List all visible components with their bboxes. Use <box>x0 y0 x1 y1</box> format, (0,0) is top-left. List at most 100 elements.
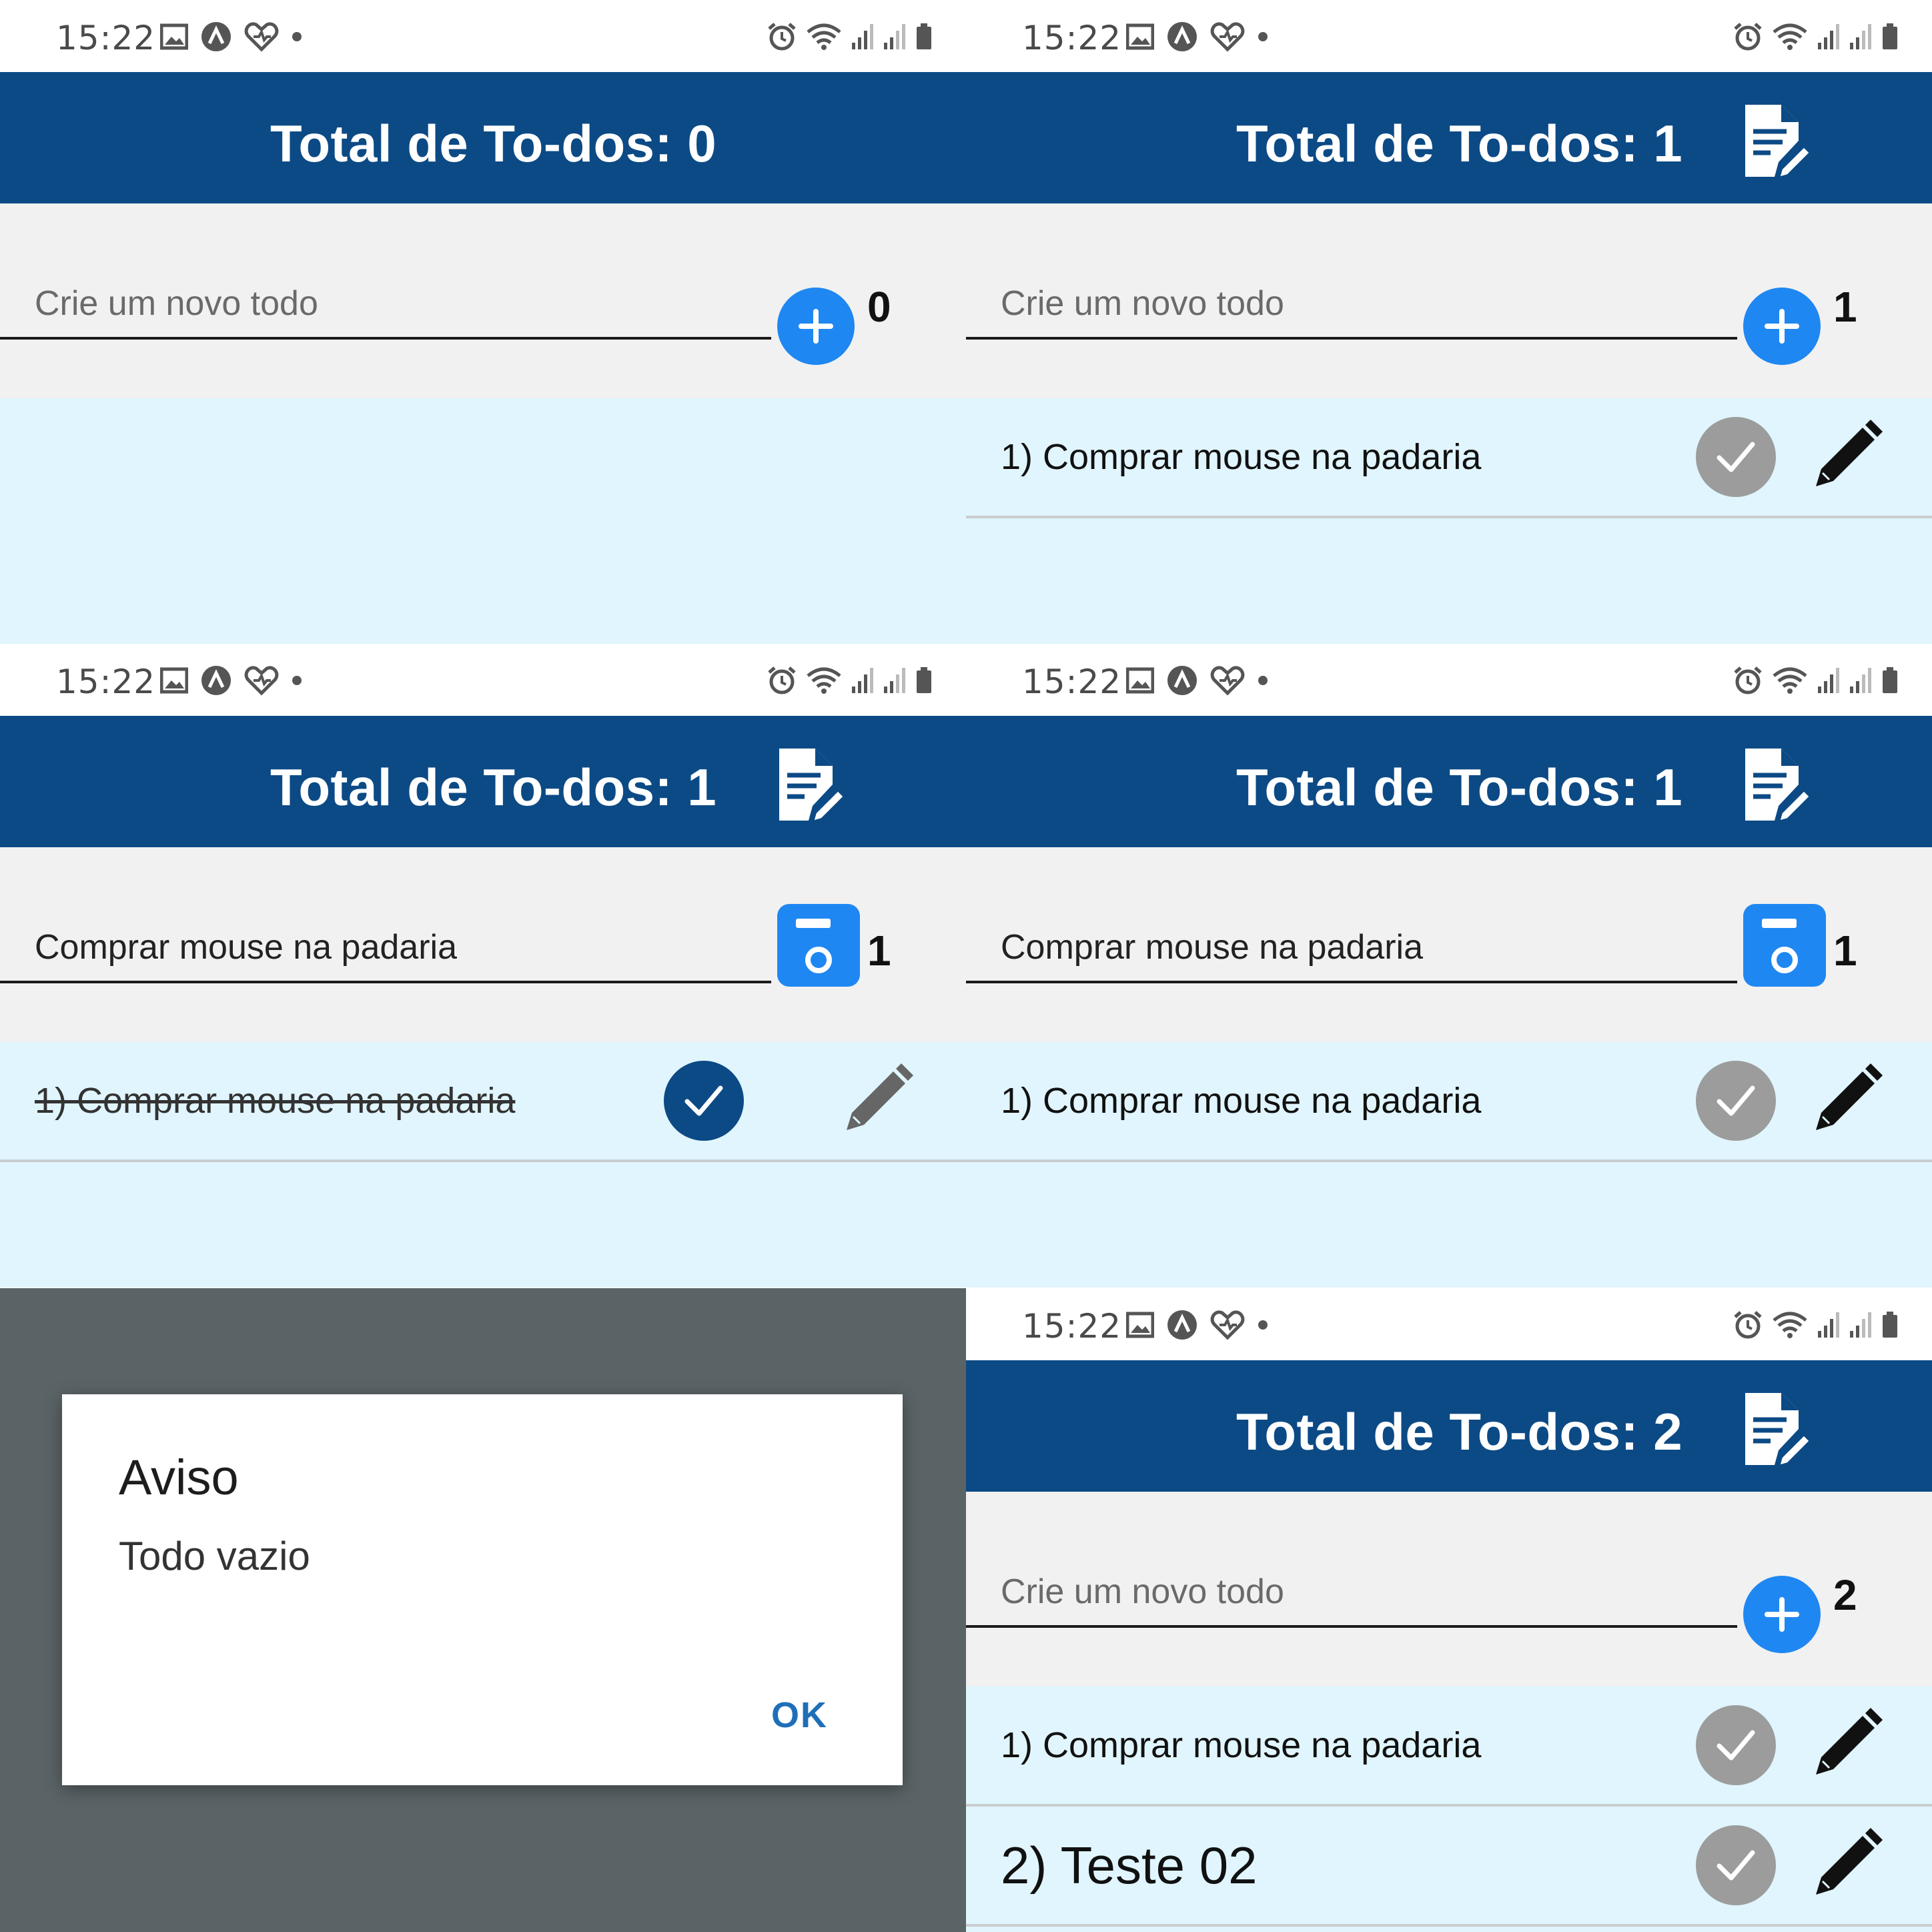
health-notification-icon <box>1210 666 1245 696</box>
edit-todo-input[interactable] <box>0 914 771 983</box>
pencil-icon[interactable] <box>1807 1824 1887 1904</box>
pencil-icon[interactable] <box>1807 1059 1887 1139</box>
status-right-icons <box>767 664 933 697</box>
todo-item: 1) Comprar mouse na padaria <box>966 1686 1932 1807</box>
add-todo-button[interactable] <box>777 288 855 365</box>
app-notification-icon <box>1167 1310 1197 1340</box>
new-todo-area: 0 <box>0 203 966 398</box>
todo-item-text[interactable]: 1) Comprar mouse na padaria <box>35 1042 515 1159</box>
signal-sim1-icon <box>1818 1312 1839 1338</box>
screen-6-two-todos: 15:22 Total de To-dos: 2 2 1) Comprar mo… <box>966 1288 1932 1932</box>
todo-item: 1) Comprar mouse na padaria <box>0 1042 966 1162</box>
floppy-disk-icon <box>796 919 832 973</box>
add-todo-button[interactable] <box>1743 288 1821 365</box>
screen-4-editing: 15:22 Total de To-dos: 1 1 1) Comprar mo… <box>966 644 1932 1288</box>
complete-toggle-button[interactable] <box>1696 1705 1776 1785</box>
wifi-icon <box>1773 667 1807 694</box>
alarm-icon <box>1734 1311 1762 1339</box>
edit-document-icon[interactable] <box>774 746 847 826</box>
gallery-notification-icon <box>160 667 188 694</box>
pencil-icon[interactable] <box>837 1059 917 1139</box>
todo-counter: 1 <box>867 927 891 975</box>
app-bar: Total de To-dos: 1 <box>966 716 1932 847</box>
check-icon <box>1717 442 1755 472</box>
todo-list: 1) Comprar mouse na padaria 2) Teste 02 <box>966 1686 1932 1927</box>
status-time: 15:22 <box>1022 1307 1122 1346</box>
new-todo-input[interactable] <box>0 270 771 340</box>
new-todo-input[interactable] <box>966 1558 1737 1628</box>
edit-todo-area: 1 <box>0 847 966 1042</box>
plus-icon <box>1765 1597 1799 1632</box>
check-icon <box>1717 1085 1755 1116</box>
alarm-icon <box>1734 23 1762 51</box>
signal-sim2-icon <box>1850 1312 1871 1338</box>
todo-item: 1) Comprar mouse na padaria <box>966 398 1932 518</box>
screen-2-one-todo: 15:22 Total de To-dos: 1 1 1) Comprar mo… <box>966 0 1932 644</box>
app-notification-icon <box>201 666 231 695</box>
signal-sim1-icon <box>852 24 873 49</box>
check-icon <box>684 1085 723 1116</box>
battery-icon <box>917 23 931 49</box>
status-left-icons <box>1126 664 1269 697</box>
edit-document-icon[interactable] <box>1740 102 1813 182</box>
status-time: 15:22 <box>1022 19 1122 57</box>
health-notification-icon <box>1210 22 1245 52</box>
status-bar: 15:22 <box>0 644 966 716</box>
complete-toggle-button[interactable] <box>1696 1825 1776 1905</box>
signal-sim2-icon <box>1850 668 1871 693</box>
alert-dialog: Aviso Todo vazio OK <box>62 1394 903 1785</box>
complete-toggle-button[interactable] <box>1696 417 1776 497</box>
more-notifications-dot-icon <box>1258 32 1268 41</box>
todo-item-text[interactable]: 2) Teste 02 <box>1001 1807 1257 1924</box>
signal-sim1-icon <box>852 668 873 693</box>
todo-item-text[interactable]: 1) Comprar mouse na padaria <box>1001 1042 1481 1159</box>
todo-counter: 1 <box>1833 927 1857 975</box>
add-todo-button[interactable] <box>1743 1576 1821 1653</box>
check-icon <box>1717 1850 1755 1881</box>
gallery-notification-icon <box>1126 23 1154 50</box>
more-notifications-dot-icon <box>292 676 302 685</box>
signal-sim1-icon <box>1818 24 1839 49</box>
alarm-icon <box>768 23 796 51</box>
status-right-icons <box>1733 664 1899 697</box>
page-title: Total de To-dos: 2 <box>1236 1402 1683 1461</box>
edit-document-icon[interactable] <box>1740 746 1813 826</box>
todo-item-text[interactable]: 1) Comprar mouse na padaria <box>1001 1686 1481 1804</box>
page-title: Total de To-dos: 1 <box>1236 114 1683 173</box>
pencil-icon[interactable] <box>1807 1704 1887 1784</box>
todo-list: 1) Comprar mouse na padaria <box>966 1042 1932 1162</box>
pencil-icon[interactable] <box>1807 416 1887 496</box>
status-bar: 15:22 <box>966 0 1932 72</box>
dialog-ok-button[interactable]: OK <box>771 1695 828 1736</box>
page-title: Total de To-dos: 0 <box>270 114 717 173</box>
wifi-icon <box>1773 1312 1807 1338</box>
more-notifications-dot-icon <box>1258 1320 1268 1330</box>
page-title: Total de To-dos: 1 <box>270 758 717 817</box>
edit-todo-input[interactable] <box>966 914 1737 983</box>
status-left-icons <box>160 20 303 53</box>
edit-document-icon[interactable] <box>1740 1390 1813 1470</box>
complete-toggle-button[interactable] <box>664 1061 744 1141</box>
todo-item: 1) Comprar mouse na padaria <box>966 1042 1932 1162</box>
signal-sim2-icon <box>1850 24 1871 49</box>
modal-overlay[interactable]: Aviso Todo vazio OK <box>0 1288 966 1932</box>
complete-toggle-button[interactable] <box>1696 1061 1776 1141</box>
more-notifications-dot-icon <box>1258 676 1268 685</box>
edit-todo-area: 1 <box>966 847 1932 1042</box>
new-todo-input[interactable] <box>966 270 1737 340</box>
save-todo-button[interactable] <box>1743 904 1826 987</box>
gallery-notification-icon <box>160 23 188 50</box>
save-todo-button[interactable] <box>777 904 860 987</box>
signal-sim2-icon <box>884 668 905 693</box>
app-bar: Total de To-dos: 1 <box>966 72 1932 203</box>
health-notification-icon <box>1210 1310 1245 1340</box>
todo-item-text[interactable]: 1) Comprar mouse na padaria <box>1001 398 1481 516</box>
status-right-icons <box>767 20 933 53</box>
gallery-notification-icon <box>1126 1312 1154 1338</box>
app-bar: Total de To-dos: 2 <box>966 1360 1932 1492</box>
wifi-icon <box>807 23 841 50</box>
app-bar: Total de To-dos: 1 <box>0 716 966 847</box>
battery-icon <box>917 667 931 693</box>
status-left-icons <box>1126 20 1269 53</box>
status-right-icons <box>1733 1308 1899 1342</box>
